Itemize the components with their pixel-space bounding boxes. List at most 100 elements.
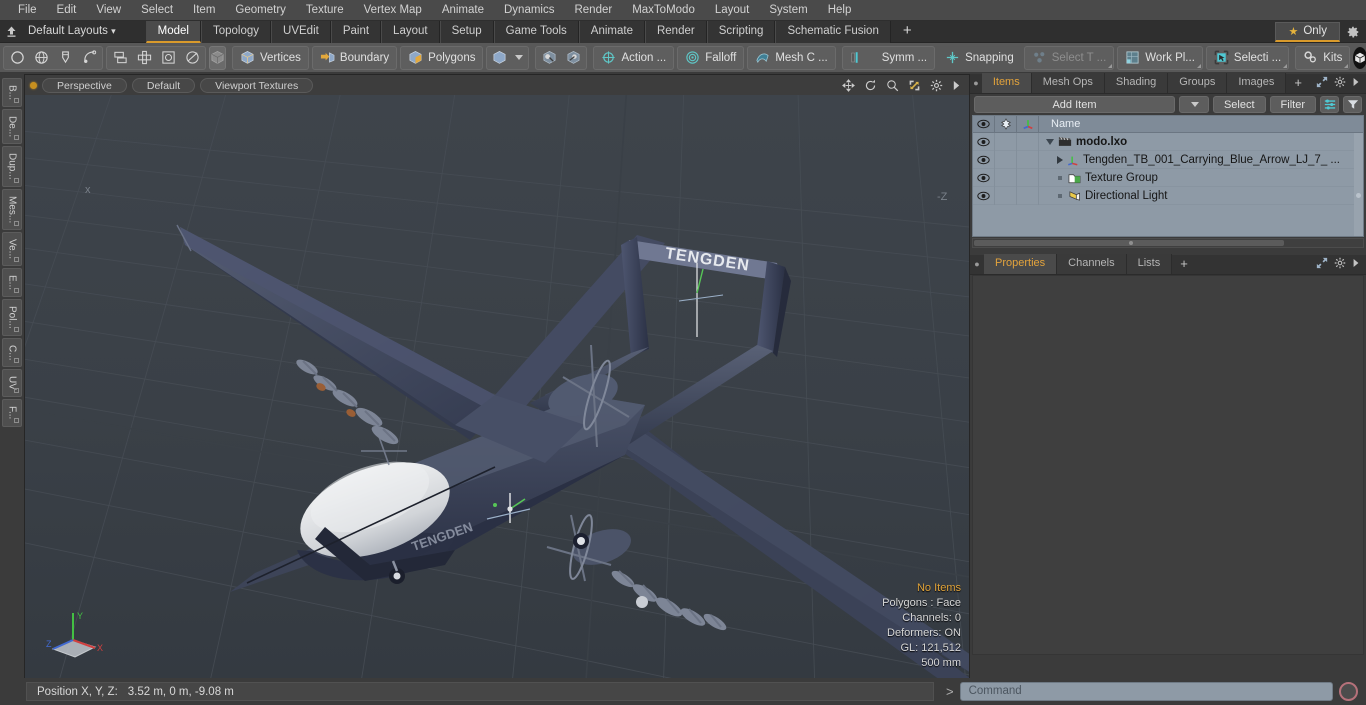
chevron-right-icon[interactable] [1352,258,1360,271]
menu-vertex-map[interactable]: Vertex Map [354,0,432,21]
items-tree[interactable]: Name modo.lxo Tengden_TB_001_Carrying_Bl… [972,115,1364,237]
gear-icon[interactable] [1334,257,1346,272]
row-axis-cell[interactable] [1017,150,1039,169]
layout-tab-schematic-fusion[interactable]: Schematic Fusion [775,20,891,43]
add-layout-tab-button[interactable]: + [891,21,924,43]
list-options-icon[interactable] [1320,96,1339,113]
layout-tab-game-tools[interactable]: Game Tools [493,20,579,43]
properties-content-area[interactable] [972,275,1364,655]
radial-icon[interactable] [180,47,204,69]
selection-mode-dropdown[interactable] [486,45,530,70]
row-name-cell[interactable]: Tengden_TB_001_Carrying_Blue_Arrow_LJ_7_… [1039,154,1363,166]
items-tree-vertical-scrollbar[interactable] [1354,133,1363,236]
selection-mode-polygons[interactable]: Polygons [400,45,484,70]
filter-funnel-icon[interactable] [1343,96,1362,113]
menu-file[interactable]: File [8,0,47,21]
viewport-projection-selector[interactable]: Perspective [42,77,127,93]
pen-icon[interactable] [53,47,77,69]
add-item-button[interactable]: Add Item [974,96,1175,113]
row-axis-cell[interactable] [1017,168,1039,187]
mirror-icon[interactable] [108,47,132,69]
menu-select[interactable]: Select [131,0,183,21]
rotate-icon[interactable] [864,79,877,92]
curve-icon[interactable] [77,47,101,69]
expand-icon[interactable] [1316,257,1328,272]
only-toggle-button[interactable]: ★ Only [1275,21,1340,42]
panel-menu-dot-icon[interactable]: ● [970,73,982,93]
tab-groups[interactable]: Groups [1168,73,1228,93]
chevron-right-icon[interactable] [1057,155,1063,164]
snap-a-icon[interactable] [537,47,561,69]
add-properties-tab-button[interactable]: + [1172,254,1196,274]
chevron-right-icon[interactable] [1352,77,1360,90]
selection-set-tool[interactable]: Selecti ... [1205,45,1290,70]
left-tab-deform[interactable]: De... [2,109,22,145]
selection-mode-boundary[interactable]: Boundary [311,45,398,70]
items-tree-horizontal-scrollbar[interactable] [972,238,1364,248]
menu-system[interactable]: System [759,0,817,21]
row-visibility-toggle[interactable] [973,186,995,205]
left-tab-basic[interactable]: B... [2,78,22,108]
select-button[interactable]: Select [1212,96,1266,113]
menu-layout[interactable]: Layout [705,0,760,21]
symmetry-tool[interactable]: Symm ... [841,45,936,70]
menu-dynamics[interactable]: Dynamics [494,0,564,21]
home-arrow-icon[interactable] [0,21,22,42]
tab-shading[interactable]: Shading [1104,73,1169,93]
left-tab-duplicate[interactable]: Dup... [2,146,22,187]
center-icon[interactable] [156,47,180,69]
menu-maxtomodo[interactable]: MaxToModo [622,0,705,21]
left-tab-fusion[interactable]: F... [2,399,22,427]
tab-items[interactable]: Items [981,73,1032,93]
menu-texture[interactable]: Texture [296,0,354,21]
circle-icon[interactable] [5,47,29,69]
tab-channels[interactable]: Channels [1057,254,1127,274]
menu-geometry[interactable]: Geometry [225,0,296,21]
menu-render[interactable]: Render [564,0,622,21]
left-tab-uv[interactable]: UV [2,369,22,398]
kits-button[interactable]: Kits [1295,45,1351,70]
layout-tab-model[interactable]: Model [145,20,201,43]
select-through-tool[interactable]: Select T ... [1023,45,1115,70]
row-lock-cell[interactable] [995,186,1017,205]
globe-icon[interactable] [29,47,53,69]
table-row[interactable]: Tengden_TB_001_Carrying_Blue_Arrow_LJ_7_… [973,150,1363,169]
row-visibility-toggle[interactable] [973,168,995,187]
layout-tab-layout[interactable]: Layout [381,20,440,43]
layout-tab-scripting[interactable]: Scripting [706,20,776,43]
array-icon[interactable] [132,47,156,69]
row-name-cell[interactable]: Texture Group [1039,172,1363,184]
panel-menu-dot-icon[interactable]: ● [970,254,984,274]
row-name-cell[interactable]: modo.lxo [1039,136,1363,148]
table-row[interactable]: modo.lxo [973,132,1363,151]
tab-images[interactable]: Images [1227,73,1287,93]
layout-tab-animate[interactable]: Animate [578,20,645,43]
zoom-icon[interactable] [886,79,899,92]
dark-cube-icon[interactable] [209,45,226,70]
table-row[interactable]: Texture Group [973,168,1363,187]
row-lock-cell[interactable] [995,150,1017,169]
left-tab-polygon[interactable]: Pol... [2,299,22,336]
left-tab-mesh[interactable]: Mes... [2,188,22,231]
menu-animate[interactable]: Animate [432,0,494,21]
scroll-thumb[interactable] [974,240,1284,246]
row-lock-cell[interactable] [995,168,1017,187]
layout-selector[interactable]: Default Layouts ▾ [22,21,124,42]
command-input[interactable]: Command [959,682,1333,701]
layout-tab-paint[interactable]: Paint [330,20,382,43]
fit-icon[interactable] [908,79,921,92]
layout-tab-render[interactable]: Render [644,20,707,43]
work-plane-tool[interactable]: Work Pl... [1117,45,1203,70]
add-panel-tab-button[interactable]: + [1286,73,1310,93]
tab-lists[interactable]: Lists [1126,254,1173,274]
chevron-down-icon[interactable] [1046,138,1054,145]
layout-tab-uvedit[interactable]: UVEdit [271,20,331,43]
menu-item[interactable]: Item [183,0,225,21]
menu-help[interactable]: Help [818,0,862,21]
layout-tab-setup[interactable]: Setup [439,20,494,43]
viewport-3d-canvas[interactable]: x -Z TENGDEN TENGDEN Y X Z No Items Poly… [25,95,969,679]
row-visibility-toggle[interactable] [973,150,995,169]
row-name-cell[interactable]: Directional Light [1039,190,1363,202]
selection-mode-vertices[interactable]: Vertices [232,45,309,70]
modo-cube-icon[interactable] [1353,46,1366,69]
